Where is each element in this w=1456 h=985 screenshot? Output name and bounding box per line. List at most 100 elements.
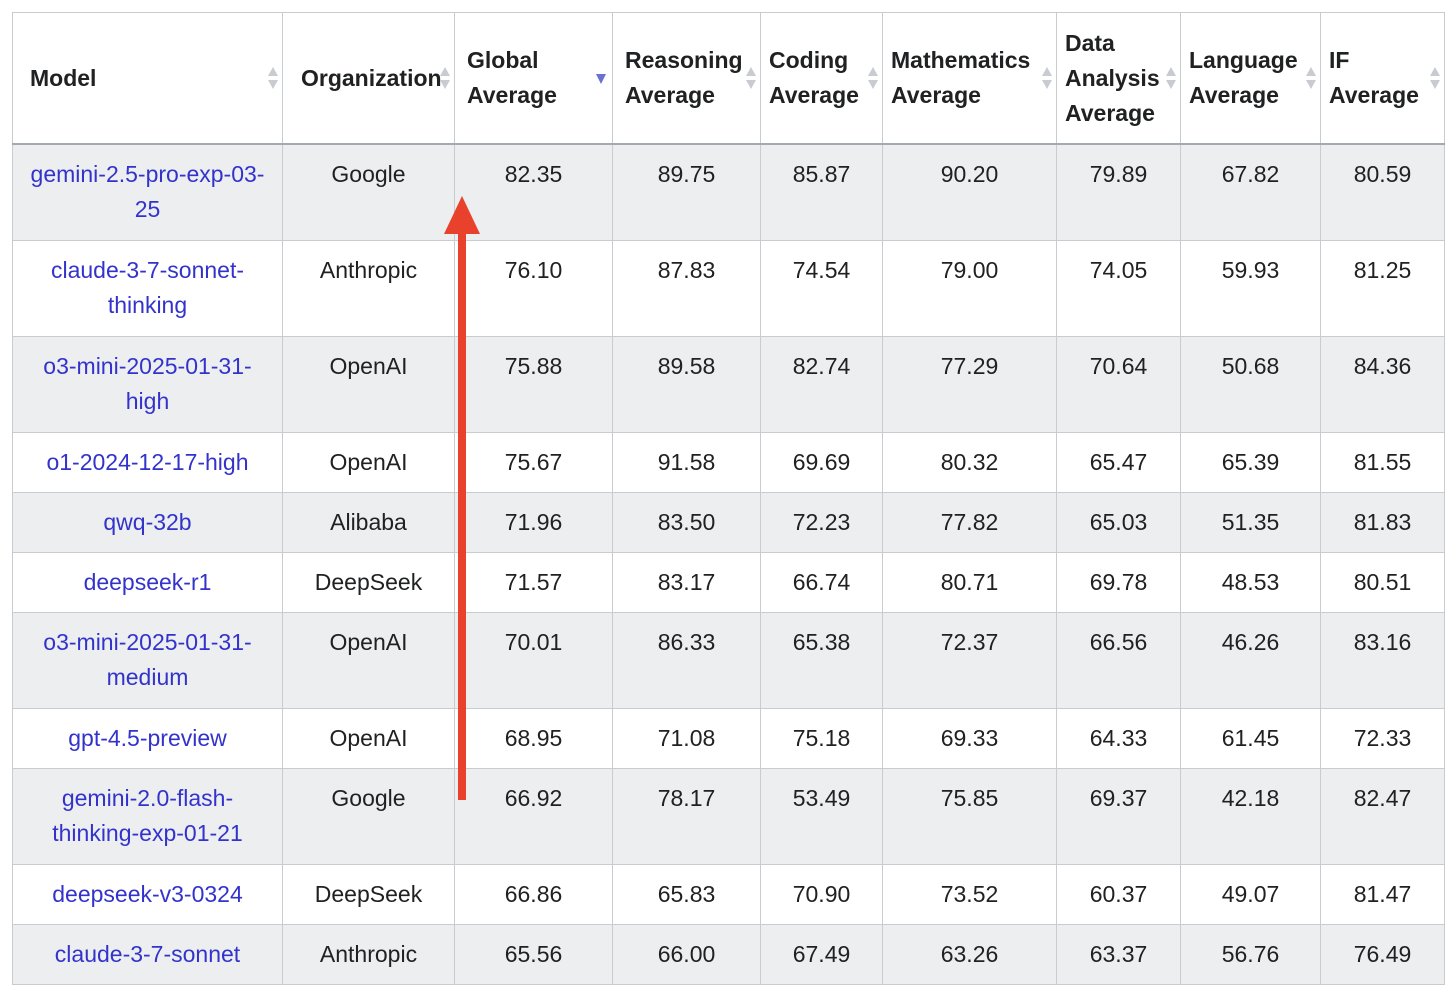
sort-icon[interactable]	[868, 67, 878, 89]
data-analysis-average-cell: 74.05	[1056, 240, 1181, 337]
data-analysis-average-cell: 79.89	[1056, 143, 1181, 241]
data-analysis-average-cell: 64.33	[1056, 708, 1181, 769]
model-link[interactable]: o3-mini-2025-01-31-high	[43, 353, 251, 414]
if-average-cell: 82.47	[1320, 768, 1445, 865]
model-link[interactable]: deepseek-r1	[84, 569, 212, 595]
organization-cell: OpenAI	[282, 336, 455, 433]
model-link[interactable]: deepseek-v3-0324	[52, 881, 243, 907]
if-average-cell: 72.33	[1320, 708, 1445, 769]
mathematics-average-cell: 63.26	[882, 924, 1057, 985]
organization-cell: OpenAI	[282, 612, 455, 709]
sort-icon[interactable]	[746, 67, 756, 89]
coding-average-cell: 70.90	[760, 864, 883, 925]
organization-cell: DeepSeek	[282, 864, 455, 925]
coding-average-cell: 72.23	[760, 492, 883, 553]
mathematics-average-cell: 77.29	[882, 336, 1057, 433]
sort-icon[interactable]	[268, 67, 278, 89]
coding-average-cell: 53.49	[760, 768, 883, 865]
model-link[interactable]: qwq-32b	[103, 509, 191, 535]
language-average-cell: 65.39	[1180, 432, 1321, 493]
reasoning-average-cell: 91.58	[612, 432, 761, 493]
organization-cell: Anthropic	[282, 240, 455, 337]
model-link[interactable]: claude-3-7-sonnet-thinking	[51, 257, 244, 318]
data-analysis-average-cell: 63.37	[1056, 924, 1181, 985]
data-analysis-average-cell: 65.03	[1056, 492, 1181, 553]
model-link[interactable]: o3-mini-2025-01-31-medium	[43, 629, 251, 690]
data-analysis-average-cell: 70.64	[1056, 336, 1181, 433]
column-header-language-average[interactable]: Language Average	[1180, 12, 1321, 145]
if-average-cell: 81.47	[1320, 864, 1445, 925]
sort-descending-icon[interactable]	[596, 67, 606, 89]
column-header-organization[interactable]: Organization	[282, 12, 455, 145]
model-link[interactable]: gpt-4.5-preview	[68, 725, 227, 751]
column-header-global-average[interactable]: Global Average	[454, 12, 613, 145]
mathematics-average-cell: 75.85	[882, 768, 1057, 865]
sort-icon[interactable]	[1430, 67, 1440, 89]
sort-icon[interactable]	[1306, 67, 1316, 89]
sort-icon[interactable]	[440, 67, 450, 89]
model-cell: gemini-2.0-flash-thinking-exp-01-21	[12, 768, 283, 865]
reasoning-average-cell: 78.17	[612, 768, 761, 865]
table-row: deepseek-r1 DeepSeek 71.57 83.17 66.74 8…	[12, 552, 1445, 613]
column-header-model[interactable]: Model	[12, 12, 283, 145]
language-average-cell: 50.68	[1180, 336, 1321, 433]
if-average-cell: 84.36	[1320, 336, 1445, 433]
model-link[interactable]: claude-3-7-sonnet	[55, 941, 240, 967]
coding-average-cell: 82.74	[760, 336, 883, 433]
data-analysis-average-cell: 65.47	[1056, 432, 1181, 493]
model-link[interactable]: gemini-2.5-pro-exp-03-25	[31, 161, 265, 222]
global-average-cell: 76.10	[454, 240, 613, 337]
table-row: claude-3-7-sonnet-thinking Anthropic 76.…	[12, 240, 1445, 337]
mathematics-average-cell: 77.82	[882, 492, 1057, 553]
language-average-cell: 56.76	[1180, 924, 1321, 985]
global-average-cell: 82.35	[454, 143, 613, 241]
model-link[interactable]: o1-2024-12-17-high	[46, 449, 248, 475]
header-row: Model Organization Global Average Reason…	[12, 12, 1445, 145]
column-header-if-average[interactable]: IF Average	[1320, 12, 1445, 145]
column-header-data-analysis-average[interactable]: Data Analysis Average	[1056, 12, 1181, 145]
language-average-cell: 42.18	[1180, 768, 1321, 865]
column-header-reasoning-average[interactable]: Reasoning Average	[612, 12, 761, 145]
language-average-cell: 49.07	[1180, 864, 1321, 925]
global-average-cell: 75.67	[454, 432, 613, 493]
data-analysis-average-cell: 69.78	[1056, 552, 1181, 613]
leaderboard-table: Model Organization Global Average Reason…	[12, 12, 1445, 985]
table-row: o3-mini-2025-01-31-high OpenAI 75.88 89.…	[12, 336, 1445, 433]
mathematics-average-cell: 79.00	[882, 240, 1057, 337]
reasoning-average-cell: 89.75	[612, 143, 761, 241]
sort-icon[interactable]	[1166, 67, 1176, 89]
model-cell: deepseek-v3-0324	[12, 864, 283, 925]
model-cell: qwq-32b	[12, 492, 283, 553]
if-average-cell: 81.55	[1320, 432, 1445, 493]
language-average-cell: 59.93	[1180, 240, 1321, 337]
model-cell: gpt-4.5-preview	[12, 708, 283, 769]
model-link[interactable]: gemini-2.0-flash-thinking-exp-01-21	[52, 785, 243, 846]
if-average-cell: 76.49	[1320, 924, 1445, 985]
column-header-coding-average[interactable]: Coding Average	[760, 12, 883, 145]
coding-average-cell: 69.69	[760, 432, 883, 493]
sort-icon[interactable]	[1042, 67, 1052, 89]
reasoning-average-cell: 83.50	[612, 492, 761, 553]
language-average-cell: 61.45	[1180, 708, 1321, 769]
table-row: qwq-32b Alibaba 71.96 83.50 72.23 77.82 …	[12, 492, 1445, 553]
table-row: o1-2024-12-17-high OpenAI 75.67 91.58 69…	[12, 432, 1445, 493]
mathematics-average-cell: 72.37	[882, 612, 1057, 709]
language-average-cell: 67.82	[1180, 143, 1321, 241]
organization-cell: Google	[282, 143, 455, 241]
global-average-cell: 70.01	[454, 612, 613, 709]
if-average-cell: 80.59	[1320, 143, 1445, 241]
coding-average-cell: 67.49	[760, 924, 883, 985]
model-cell: deepseek-r1	[12, 552, 283, 613]
coding-average-cell: 85.87	[760, 143, 883, 241]
organization-cell: Anthropic	[282, 924, 455, 985]
coding-average-cell: 75.18	[760, 708, 883, 769]
language-average-cell: 46.26	[1180, 612, 1321, 709]
table-row: o3-mini-2025-01-31-medium OpenAI 70.01 8…	[12, 612, 1445, 709]
table-row: claude-3-7-sonnet Anthropic 65.56 66.00 …	[12, 924, 1445, 985]
reasoning-average-cell: 89.58	[612, 336, 761, 433]
column-header-mathematics-average[interactable]: Mathematics Average	[882, 12, 1057, 145]
mathematics-average-cell: 80.71	[882, 552, 1057, 613]
mathematics-average-cell: 73.52	[882, 864, 1057, 925]
coding-average-cell: 74.54	[760, 240, 883, 337]
reasoning-average-cell: 71.08	[612, 708, 761, 769]
